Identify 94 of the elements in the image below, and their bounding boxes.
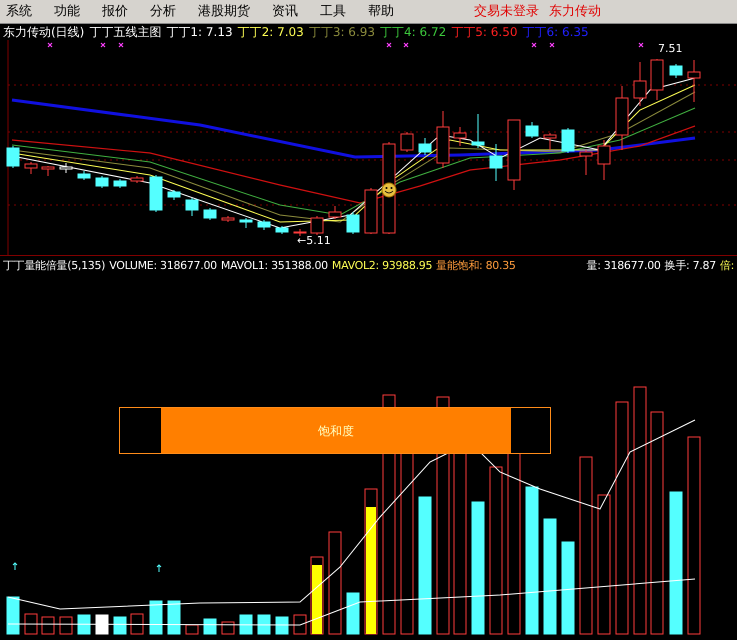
candlestick: [364, 188, 378, 234]
cross-marker-icon: [118, 42, 124, 48]
candlestick: [240, 218, 252, 228]
volume-bar: [204, 618, 216, 634]
candlestick: [186, 198, 198, 216]
volume-bar: [168, 600, 180, 634]
candlestick: [688, 60, 700, 102]
menu-item[interactable]: 资讯: [272, 2, 298, 22]
volume-bar: [42, 616, 54, 634]
candlestick: [130, 176, 144, 184]
candlestick: [418, 138, 432, 156]
indicator-value: 倍:: [720, 258, 734, 274]
low-price-label: ←5.11: [297, 235, 331, 246]
menu-item[interactable]: 功能: [54, 2, 80, 22]
indicator-value: 换手: 7.87: [664, 258, 716, 274]
candlestick: [400, 132, 414, 152]
candlestick: [60, 162, 72, 174]
candlestick: [616, 86, 628, 150]
arrow-marker-icon: [12, 562, 18, 570]
candlestick: [490, 144, 502, 182]
indicator-value: 丁丁4: 6.72: [380, 24, 446, 41]
menu-item[interactable]: 分析: [150, 2, 176, 22]
volume-bar: [258, 614, 270, 634]
candlestick: [580, 150, 592, 176]
indicator-value: VOLUME: 318677.00: [109, 258, 217, 274]
candlestick: [508, 120, 520, 190]
candlestick: [650, 58, 664, 100]
volume-bar: [240, 614, 252, 634]
chart-title: 东力传动(日线): [3, 24, 84, 41]
menu-item[interactable]: 工具: [320, 2, 346, 22]
volume-bar: [346, 592, 360, 634]
candlestick: [42, 166, 54, 176]
candlestick: [24, 162, 38, 174]
volume-bar: [130, 614, 144, 634]
pane-title: 丁丁量能倍量(5,135): [3, 258, 106, 274]
menu-item[interactable]: 系统: [6, 2, 32, 22]
indicator-value: 丁丁1: 7.13: [166, 24, 233, 41]
candlestick: [276, 226, 288, 234]
volume-bar: [60, 616, 72, 634]
volume-bar: [24, 614, 38, 634]
indicator-value: 量: 318677.00: [586, 258, 661, 274]
saturation-label: 饱和度: [318, 422, 354, 440]
candlestick: [114, 178, 126, 188]
cross-marker-icon: [531, 42, 537, 48]
candlestick: [670, 64, 682, 78]
indicator-value: 丁丁5: 6.50: [451, 24, 518, 41]
cross-marker-icon: [47, 42, 53, 48]
cross-marker-icon: [100, 42, 106, 48]
indicator-value: MAVOL2: 93988.95: [332, 258, 432, 274]
indicator-value: 丁丁6: 6.35: [522, 24, 589, 41]
indicator-name: 丁丁五线主图: [89, 24, 162, 41]
menu-item[interactable]: 港股期货: [198, 2, 250, 22]
arrow-marker-icon: [156, 564, 162, 572]
candlestick: [544, 132, 556, 150]
cross-marker-icon: [403, 42, 409, 48]
volume-bar: [276, 616, 288, 634]
menu-item[interactable]: 报价: [102, 2, 128, 22]
volume-bar: [186, 624, 198, 634]
candlestick: [258, 220, 270, 230]
candlestick: [78, 170, 90, 180]
high-price-label: 7.51: [658, 43, 682, 54]
volume-bar: [96, 614, 108, 634]
candlestick: [168, 190, 180, 200]
cross-marker-icon: [638, 42, 644, 48]
volume-bar: [294, 614, 306, 634]
candlestick: [598, 140, 610, 180]
indicator-value: MAVOL1: 351388.00: [220, 258, 328, 274]
candlestick: [472, 114, 484, 148]
indicator-value: 丁丁3: 6.93: [308, 24, 376, 41]
candlestick: [6, 146, 20, 168]
volume-bar: [150, 600, 162, 634]
candlestick: [150, 174, 162, 212]
volume-bar: [6, 596, 20, 634]
cross-marker-icon: [386, 42, 392, 48]
candlestick: [328, 206, 342, 220]
candlestick: [204, 208, 216, 220]
candlestick: [562, 128, 574, 154]
indicator-value: 丁丁2: 7.03: [238, 24, 304, 41]
smiley-icon: [382, 182, 396, 198]
indicator-value: 量能饱和: 80.35: [436, 258, 516, 274]
candlestick: [526, 122, 538, 138]
volume-bar: [222, 622, 234, 634]
candlestick: [346, 212, 360, 234]
candlestick: [634, 62, 646, 106]
cross-marker-icon: [549, 42, 555, 48]
status-text: 东力传动: [549, 2, 601, 21]
candlestick: [96, 176, 108, 188]
volume-bar: [114, 616, 126, 634]
menu-item[interactable]: 帮助: [368, 2, 394, 22]
candlestick: [454, 126, 466, 146]
status-text: 交易未登录: [474, 2, 539, 21]
candlestick: [310, 216, 324, 236]
volume-bar: [78, 614, 90, 634]
candlestick: [436, 110, 450, 168]
